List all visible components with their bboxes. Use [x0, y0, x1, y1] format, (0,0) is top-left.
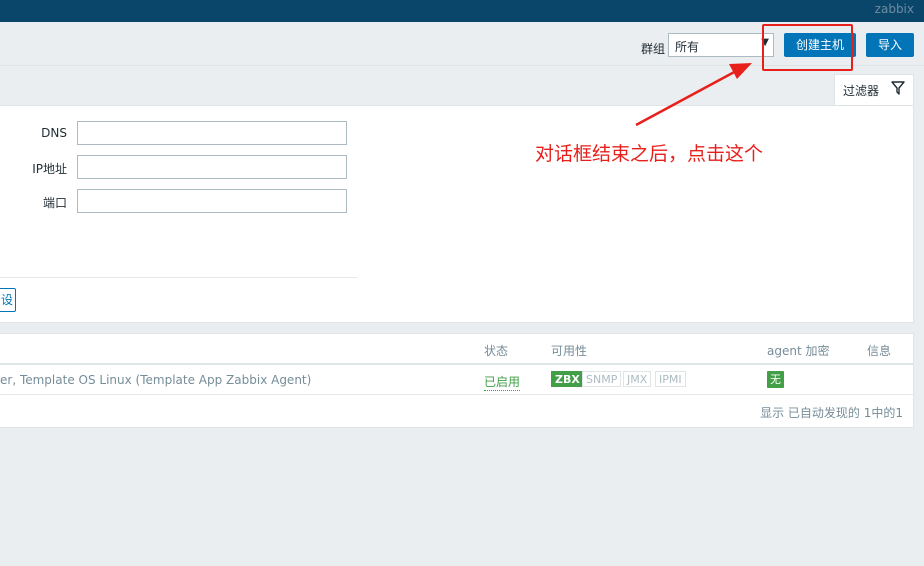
annotation-text: 对话框结束之后，点击这个 [535, 143, 764, 165]
encryption-badge: 无 [767, 371, 784, 388]
column-header-info: 信息 [867, 344, 892, 358]
hosts-table: 状态 可用性 agent 加密 信息 er, Template OS Linux… [0, 333, 914, 428]
annotation-arrow [635, 63, 752, 127]
column-header-availability: 可用性 [551, 344, 588, 358]
host-status-toggle[interactable]: 已启用 [484, 373, 521, 391]
availability-snmp-badge: SNMP [582, 371, 622, 387]
host-templates-cell[interactable]: er, Template OS Linux (Template App Zabb… [0, 373, 311, 387]
availability-ipmi-badge: IPMI [655, 371, 686, 387]
table-footer-count: 显示 已自动发现的 1中的1 [760, 406, 903, 420]
column-header-status[interactable]: 状态 [484, 342, 508, 359]
table-row-divider [0, 394, 914, 395]
availability-jmx-badge: JMX [623, 371, 652, 387]
availability-zbx-badge: ZBX [551, 371, 584, 387]
table-header-divider [0, 363, 914, 365]
column-header-agent-encryption: agent 加密 [767, 344, 830, 358]
